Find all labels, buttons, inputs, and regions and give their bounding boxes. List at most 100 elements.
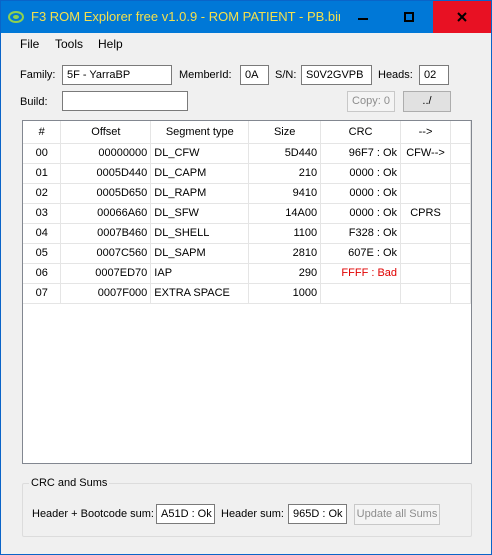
update-all-sums-button[interactable]: Update all Sums [354, 504, 440, 525]
window-title: F3 ROM Explorer free v1.0.9 - ROM PATIEN… [31, 9, 346, 24]
heads-field[interactable]: 02 [419, 65, 449, 85]
cell-size[interactable]: 14A00 [248, 203, 322, 224]
cell-segment-type[interactable]: IAP [150, 263, 250, 284]
cell-index[interactable]: 07 [23, 283, 62, 304]
cell-crc[interactable]: 0000 : Ok [320, 163, 402, 184]
cell-crc[interactable]: 0000 : Ok [320, 203, 402, 224]
cell-segment-type[interactable]: DL_SAPM [150, 243, 250, 264]
cell-size[interactable]: 9410 [248, 183, 322, 204]
cell-offset[interactable]: 00000000 [60, 143, 152, 164]
cell-crc[interactable]: 0000 : Ok [320, 183, 402, 204]
col-header-arrow[interactable]: --> [400, 121, 451, 144]
cell-crc[interactable]: F328 : Ok [320, 223, 402, 244]
cell-segment-type[interactable]: DL_CFW [150, 143, 250, 164]
family-field[interactable]: 5F - YarraBP [62, 65, 172, 85]
member-id-field[interactable]: 0A [240, 65, 269, 85]
cell-size[interactable]: 1000 [248, 283, 322, 304]
table-row[interactable]: 01 0005D440 DL_CAPM 210 0000 : Ok [23, 163, 471, 184]
cell-offset[interactable]: 0005D440 [60, 163, 152, 184]
cell-filler [450, 223, 471, 244]
cell-size[interactable]: 290 [248, 263, 322, 284]
cell-arrow[interactable] [400, 263, 451, 284]
table-row[interactable]: 06 0007ED70 IAP 290 FFFF : Bad [23, 263, 471, 284]
cell-arrow[interactable] [400, 183, 451, 204]
maximize-icon [404, 12, 414, 22]
serial-number-field[interactable]: S0V2GVPB [301, 65, 372, 85]
cell-size[interactable]: 1100 [248, 223, 322, 244]
cell-index[interactable]: 05 [23, 243, 62, 264]
copy-button[interactable]: Copy: 0 [347, 91, 395, 112]
cell-index[interactable]: 04 [23, 223, 62, 244]
cell-segment-type[interactable]: DL_SHELL [150, 223, 250, 244]
build-field[interactable] [62, 91, 188, 111]
up-folder-button[interactable]: ../ [403, 91, 451, 112]
build-label: Build: [20, 96, 48, 108]
col-header-size[interactable]: Size [248, 121, 322, 144]
cell-index[interactable]: 00 [23, 143, 62, 164]
cell-index[interactable]: 02 [23, 183, 62, 204]
table-row[interactable]: 04 0007B460 DL_SHELL 1100 F328 : Ok [23, 223, 471, 244]
minimize-button[interactable] [340, 1, 386, 33]
menu-file[interactable]: File [20, 37, 39, 51]
cell-arrow[interactable] [400, 283, 451, 304]
menu-tools[interactable]: Tools [55, 37, 83, 51]
close-button[interactable] [433, 1, 491, 33]
maximize-button[interactable] [386, 1, 432, 33]
cell-filler [450, 243, 471, 264]
cell-arrow[interactable] [400, 163, 451, 184]
crc-sums-title: CRC and Sums [29, 477, 110, 489]
header-bootcode-sum-label: Header + Bootcode sum: [32, 508, 154, 520]
cell-crc[interactable] [320, 283, 402, 304]
cell-filler [450, 283, 471, 304]
cell-filler [450, 143, 471, 164]
cell-offset[interactable]: 0007C560 [60, 243, 152, 264]
cell-arrow[interactable]: CPRS [400, 203, 451, 224]
cell-size[interactable]: 2810 [248, 243, 322, 264]
serial-number-label: S/N: [275, 69, 297, 81]
col-header-crc[interactable]: CRC [320, 121, 402, 144]
cell-segment-type[interactable]: DL_SFW [150, 203, 250, 224]
table-row[interactable]: 03 00066A60 DL_SFW 14A00 0000 : Ok CPRS [23, 203, 471, 224]
col-header-filler [450, 121, 471, 144]
cell-index[interactable]: 06 [23, 263, 62, 284]
table-row[interactable]: 02 0005D650 DL_RAPM 9410 0000 : Ok [23, 183, 471, 204]
table-row[interactable]: 07 0007F000 EXTRA SPACE 1000 [23, 283, 471, 304]
cell-size[interactable]: 210 [248, 163, 322, 184]
header-sum-label: Header sum: [221, 508, 284, 520]
segment-table[interactable]: # Offset Segment type Size CRC --> 00 000… [22, 120, 472, 464]
member-id-label: MemberId: [179, 69, 232, 81]
table-row[interactable]: 05 0007C560 DL_SAPM 2810 607E : Ok [23, 243, 471, 264]
cell-offset[interactable]: 0007ED70 [60, 263, 152, 284]
cell-index[interactable]: 01 [23, 163, 62, 184]
menu-help[interactable]: Help [98, 37, 123, 51]
header-sum-field[interactable]: 965D : Ok [288, 504, 347, 524]
cell-arrow[interactable] [400, 223, 451, 244]
cell-crc[interactable]: FFFF : Bad [320, 263, 402, 284]
cell-offset[interactable]: 0005D650 [60, 183, 152, 204]
cell-filler [450, 163, 471, 184]
title-bar[interactable]: F3 ROM Explorer free v1.0.9 - ROM PATIEN… [1, 1, 491, 33]
cell-offset[interactable]: 0007F000 [60, 283, 152, 304]
col-header-segment-type[interactable]: Segment type [150, 121, 250, 144]
table-header-row: # Offset Segment type Size CRC --> [23, 121, 471, 144]
cell-size[interactable]: 5D440 [248, 143, 322, 164]
cell-offset[interactable]: 00066A60 [60, 203, 152, 224]
col-header-offset[interactable]: Offset [60, 121, 152, 144]
cell-segment-type[interactable]: EXTRA SPACE [150, 283, 250, 304]
cell-crc[interactable]: 607E : Ok [320, 243, 402, 264]
cell-segment-type[interactable]: DL_RAPM [150, 183, 250, 204]
cell-segment-type[interactable]: DL_CAPM [150, 163, 250, 184]
close-icon [457, 12, 467, 22]
header-bootcode-sum-field[interactable]: A51D : Ok [156, 504, 215, 524]
col-header-index[interactable]: # [23, 121, 62, 144]
cell-arrow[interactable] [400, 243, 451, 264]
cell-filler [450, 203, 471, 224]
app-logo-icon [8, 9, 24, 25]
menu-bar: File Tools Help [1, 33, 491, 55]
cell-crc[interactable]: 96F7 : Ok [320, 143, 402, 164]
cell-offset[interactable]: 0007B460 [60, 223, 152, 244]
cell-filler [450, 263, 471, 284]
table-row[interactable]: 00 00000000 DL_CFW 5D440 96F7 : Ok CFW--> [23, 143, 471, 164]
cell-index[interactable]: 03 [23, 203, 62, 224]
cell-arrow[interactable]: CFW--> [400, 143, 451, 164]
